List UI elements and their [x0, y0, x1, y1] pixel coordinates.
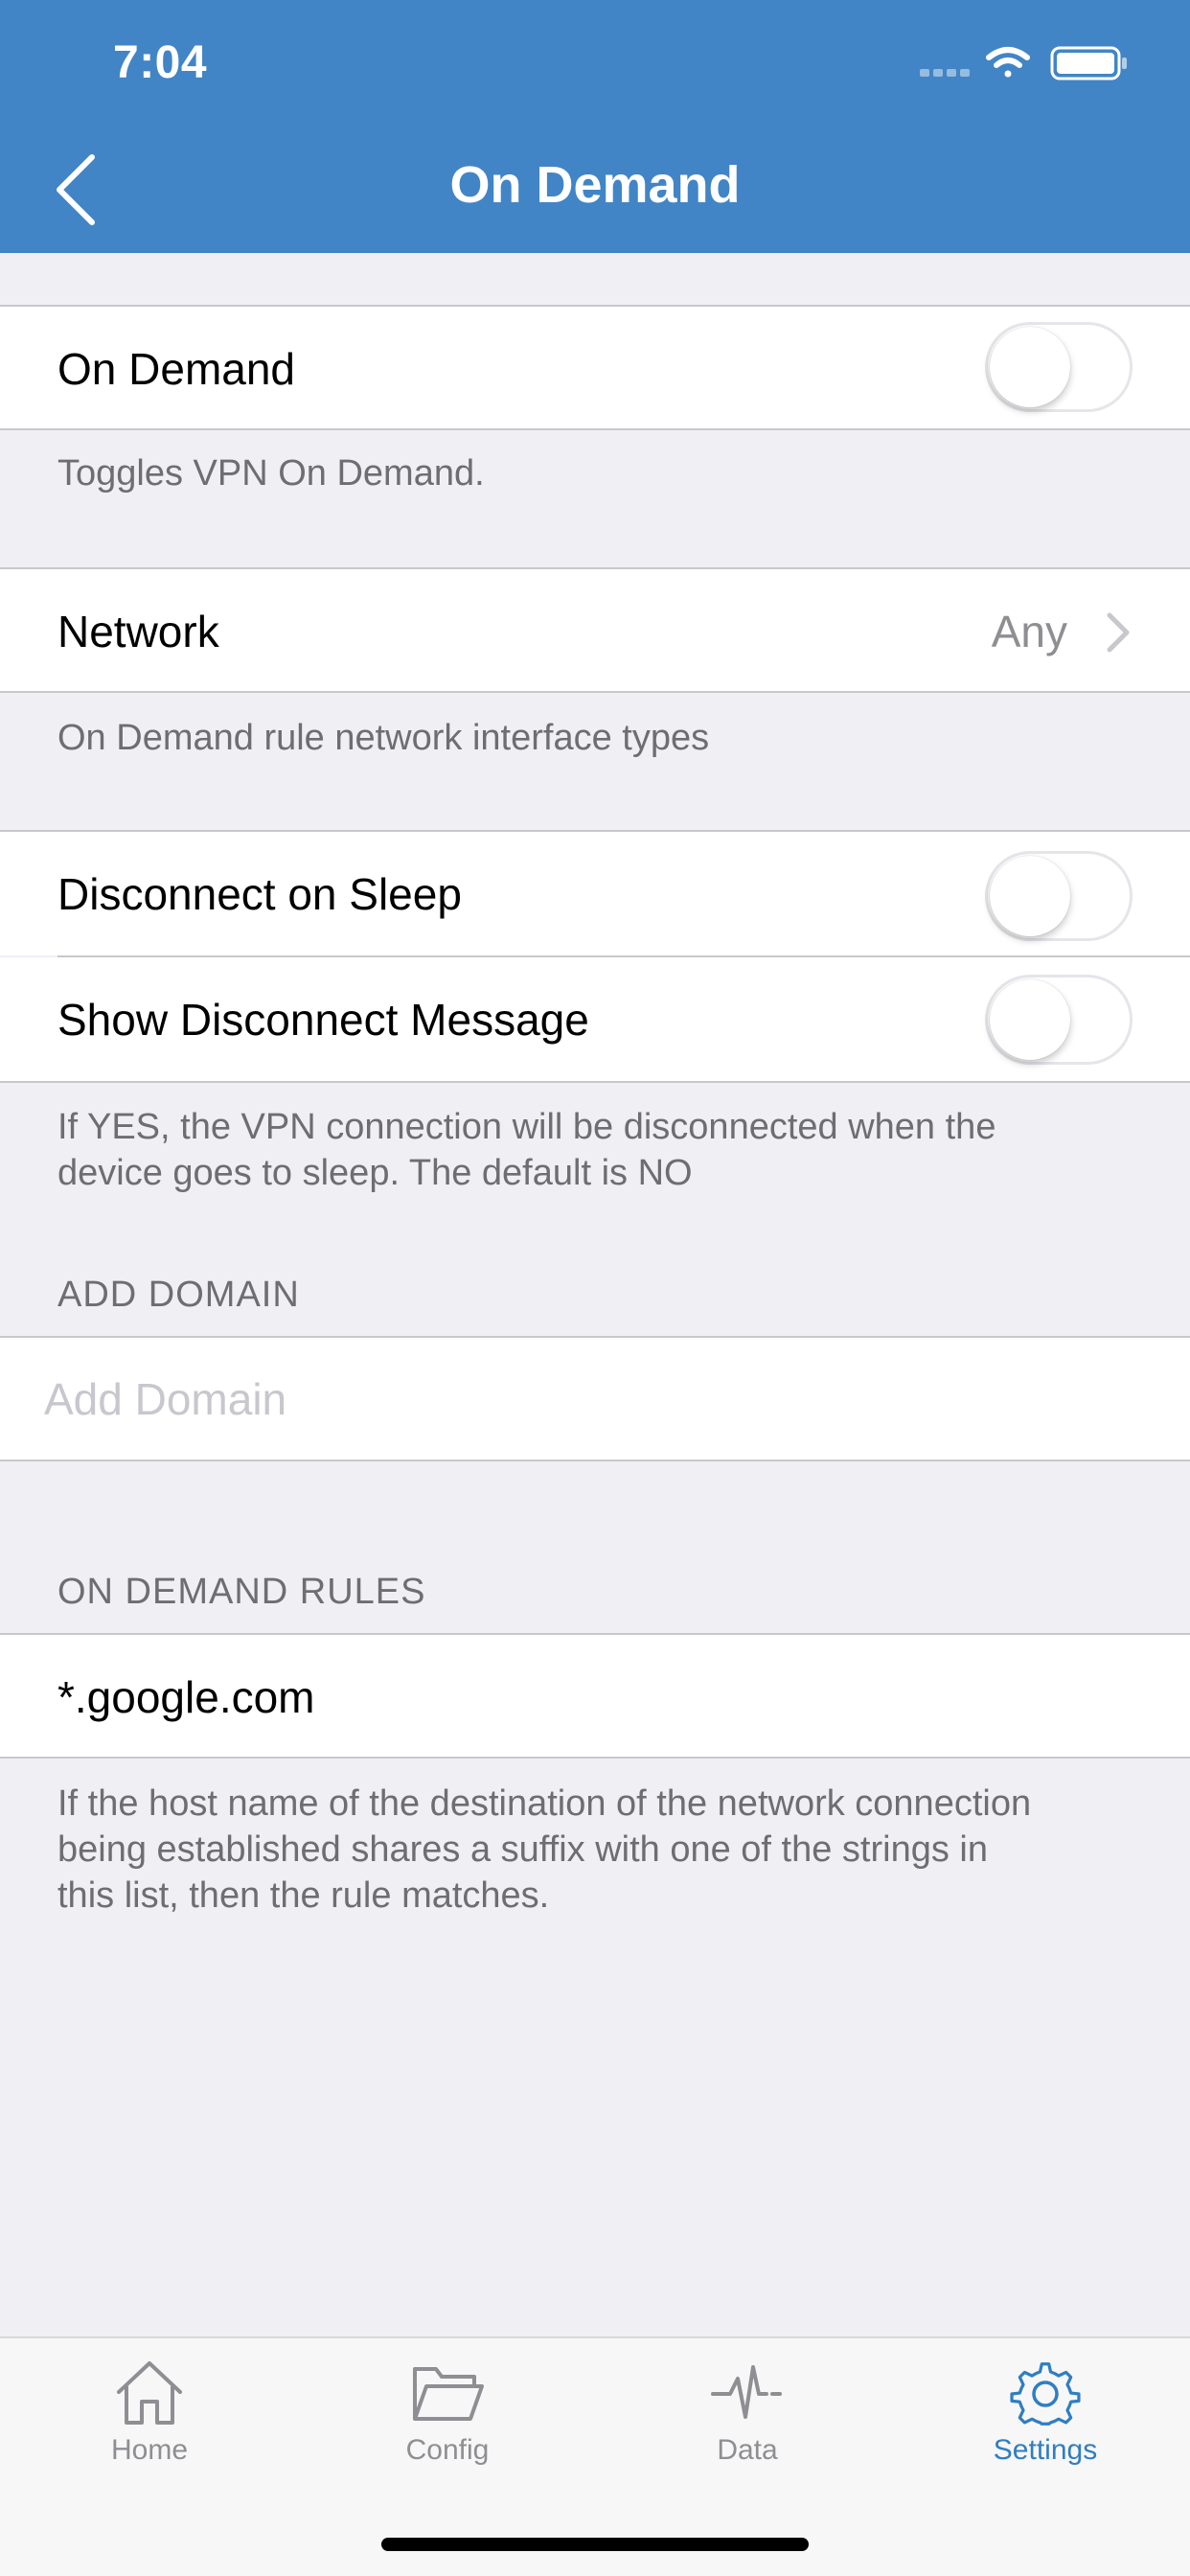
rules-footer-line: being established shares a suffix with o… [57, 1829, 988, 1870]
sleep-footer-line: If YES, the VPN connection will be disco… [57, 1107, 996, 1147]
tab-data[interactable]: Data [652, 2359, 843, 2494]
battery-icon [1050, 46, 1127, 80]
rule-domain-label: *.google.com [57, 1672, 315, 1722]
network-footer: On Demand rule network interface types [57, 718, 710, 758]
network-value: Any [991, 607, 1067, 656]
tab-settings[interactable]: Settings [950, 2359, 1141, 2494]
sleep-footer-line: device goes to sleep. The default is NO [57, 1153, 693, 1193]
tab-home-label: Home [110, 2434, 189, 2466]
on-demand-toggle[interactable] [985, 322, 1133, 412]
network-label: Network [57, 607, 219, 656]
on-demand-footer: Toggles VPN On Demand. [57, 453, 485, 494]
toggle-knob [990, 856, 1070, 936]
network-row[interactable]: Network Any [0, 567, 1190, 693]
gear-icon [1010, 2362, 1081, 2426]
status-icons [920, 46, 1127, 80]
chevron-right-icon [1107, 612, 1130, 653]
rules-footer-line: If the host name of the destination of t… [57, 1783, 1032, 1824]
tab-home[interactable]: Home [54, 2359, 245, 2494]
on-demand-rules-header: ON DEMAND RULES [57, 1572, 426, 1612]
tab-config[interactable]: Config [352, 2359, 543, 2494]
signal-icon [920, 69, 970, 77]
show-disconnect-message-toggle[interactable] [985, 975, 1133, 1065]
on-demand-row: On Demand [0, 305, 1190, 430]
disconnect-on-sleep-row: Disconnect on Sleep [0, 830, 1190, 955]
rules-footer: If the host name of the destination of t… [57, 1781, 1133, 1919]
status-indicators [920, 44, 1131, 82]
toggle-knob [990, 979, 1070, 1060]
house-icon [117, 2361, 182, 2425]
rules-footer-line: this list, then the rule matches. [57, 1875, 550, 1916]
sleep-footer: If YES, the VPN connection will be disco… [57, 1104, 1133, 1196]
add-domain-header: ADD DOMAIN [57, 1275, 300, 1315]
pulse-icon [711, 2365, 782, 2419]
toggle-knob [990, 327, 1070, 407]
folder-icon [413, 2367, 484, 2421]
page-title: On Demand [449, 156, 741, 214]
add-domain-row [0, 1336, 1190, 1461]
home-indicator [381, 2538, 809, 2551]
status-time: 7:04 [113, 37, 208, 88]
on-demand-label: On Demand [57, 344, 296, 394]
add-domain-input[interactable] [44, 1338, 1146, 1460]
disconnect-on-sleep-label: Disconnect on Sleep [57, 869, 462, 919]
tab-settings-label: Settings [993, 2434, 1098, 2466]
disconnect-on-sleep-toggle[interactable] [985, 851, 1133, 941]
list-item[interactable]: *.google.com [0, 1633, 1190, 1759]
tab-data-label: Data [717, 2434, 778, 2466]
show-disconnect-message-label: Show Disconnect Message [57, 995, 589, 1045]
wifi-icon [986, 47, 1030, 78]
show-disconnect-message-row: Show Disconnect Message [0, 957, 1190, 1083]
navigation-bar: 7:04 On Demand [0, 0, 1190, 253]
tab-config-label: Config [405, 2434, 490, 2466]
